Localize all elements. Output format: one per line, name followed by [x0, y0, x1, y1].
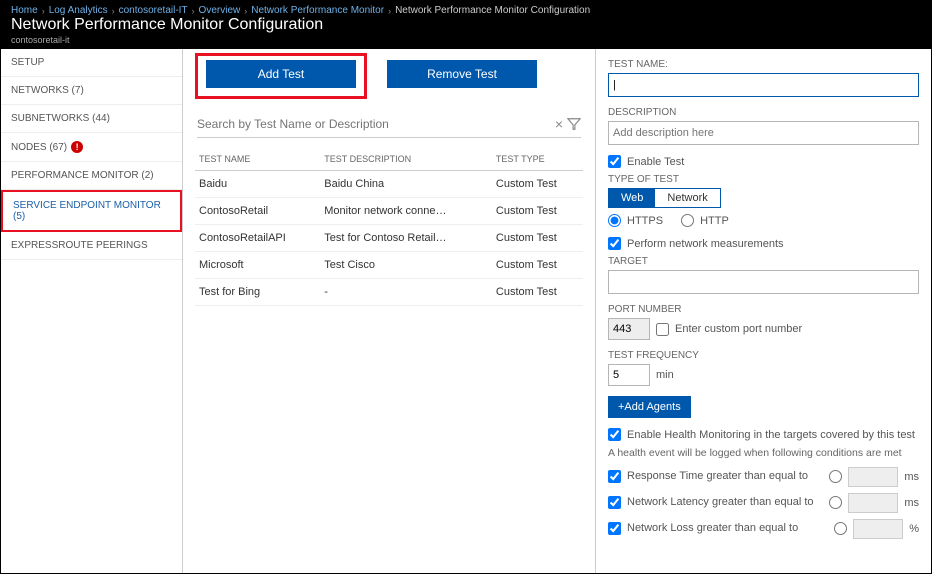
crumb-overview[interactable]: Overview: [199, 5, 241, 16]
frequency-input[interactable]: [608, 364, 650, 386]
crumb-current: Network Performance Monitor Configuratio…: [395, 5, 590, 16]
table-row[interactable]: ContosoRetailMonitor network conne…Custo…: [195, 198, 583, 225]
enable-test-label: Enable Test: [627, 156, 684, 168]
cell-type: Custom Test: [492, 171, 583, 198]
toggle-web[interactable]: Web: [609, 189, 655, 207]
sidebar-item-setup[interactable]: SETUP: [1, 49, 182, 77]
threshold-label: Response Time greater than equal to: [627, 470, 823, 483]
threshold-radio[interactable]: [829, 470, 842, 483]
test-name-label: TEST NAME:: [608, 59, 919, 70]
page-title: Network Performance Monitor Configuratio…: [11, 16, 323, 34]
custom-port-label: Enter custom port number: [675, 323, 802, 335]
table-row[interactable]: BaiduBaidu ChinaCustom Test: [195, 171, 583, 198]
crumb-home[interactable]: Home: [11, 5, 38, 16]
frequency-label: TEST FREQUENCY: [608, 350, 919, 361]
tests-table: TEST NAME TEST DESCRIPTION TEST TYPE Bai…: [195, 148, 583, 306]
cell-name: ContosoRetailAPI: [195, 225, 320, 252]
threshold-radio[interactable]: [829, 496, 842, 509]
threshold-label: Network Loss greater than equal to: [627, 522, 828, 535]
frequency-unit: min: [656, 369, 674, 381]
perform-measurements-label: Perform network measurements: [627, 238, 784, 250]
threshold-label: Network Latency greater than equal to: [627, 496, 823, 509]
sidebar-item-service-endpoint[interactable]: SERVICE ENDPOINT MONITOR (5): [1, 190, 182, 232]
https-radio[interactable]: [608, 214, 621, 227]
cell-desc: Test Cisco: [320, 252, 492, 279]
cell-type: Custom Test: [492, 252, 583, 279]
enable-health-label: Enable Health Monitoring in the targets …: [627, 429, 915, 441]
test-name-input[interactable]: [608, 73, 919, 97]
table-row[interactable]: Test for Bing-Custom Test: [195, 279, 583, 306]
col-test-name[interactable]: TEST NAME: [195, 148, 320, 171]
sidebar-item-networks[interactable]: NETWORKS (7): [1, 77, 182, 105]
threshold-unit: %: [909, 523, 919, 535]
health-note: A health event will be logged when follo…: [608, 447, 919, 461]
search-input[interactable]: [197, 111, 551, 137]
crumb-log-analytics[interactable]: Log Analytics: [49, 5, 108, 16]
custom-port-checkbox[interactable]: [656, 323, 669, 336]
add-agents-button[interactable]: +Add Agents: [608, 396, 691, 418]
enable-health-checkbox[interactable]: [608, 428, 621, 441]
sidebar-item-perf-monitor[interactable]: PERFORMANCE MONITOR (2): [1, 162, 182, 190]
test-type-toggle: Web Network: [608, 188, 721, 208]
threshold-radio[interactable]: [834, 522, 847, 535]
target-label: TARGET: [608, 256, 919, 267]
add-test-button[interactable]: Add Test: [206, 60, 356, 88]
col-test-type[interactable]: TEST TYPE: [492, 148, 583, 171]
target-input[interactable]: [608, 270, 919, 294]
threshold-input[interactable]: [853, 519, 903, 539]
cell-name: ContosoRetail: [195, 198, 320, 225]
table-row[interactable]: MicrosoftTest CiscoCustom Test: [195, 252, 583, 279]
threshold-row: Network Loss greater than equal to%: [608, 519, 919, 539]
threshold-checkbox[interactable]: [608, 496, 621, 509]
cell-name: Test for Bing: [195, 279, 320, 306]
add-test-highlight: Add Test: [195, 53, 367, 99]
sidebar: SETUP NETWORKS (7) SUBNETWORKS (44) NODE…: [1, 49, 183, 573]
description-input[interactable]: [608, 121, 919, 145]
remove-test-button[interactable]: Remove Test: [387, 60, 537, 88]
threshold-input[interactable]: [848, 493, 898, 513]
page-subtitle: contosoretail-it: [11, 35, 921, 45]
table-row[interactable]: ContosoRetailAPITest for Contoso Retail……: [195, 225, 583, 252]
threshold-unit: ms: [904, 497, 919, 509]
threshold-checkbox[interactable]: [608, 470, 621, 483]
center-panel: Add Test Remove Test × TEST NAME TEST DE…: [183, 49, 596, 573]
cell-type: Custom Test: [492, 198, 583, 225]
sidebar-item-subnetworks[interactable]: SUBNETWORKS (44): [1, 105, 182, 133]
threshold-unit: ms: [904, 471, 919, 483]
toggle-network[interactable]: Network: [655, 189, 719, 207]
alert-icon: !: [71, 141, 83, 153]
crumb-workspace[interactable]: contosoretail-IT: [119, 5, 188, 16]
cell-desc: -: [320, 279, 492, 306]
threshold-row: Network Latency greater than equal to ms: [608, 493, 919, 513]
cell-desc: Baidu China: [320, 171, 492, 198]
description-label: DESCRIPTION: [608, 107, 919, 118]
breadcrumb: Home› Log Analytics› contosoretail-IT› O…: [11, 5, 921, 16]
cell-desc: Test for Contoso Retail…: [320, 225, 492, 252]
cell-desc: Monitor network conne…: [320, 198, 492, 225]
port-input[interactable]: [608, 318, 650, 340]
threshold-checkbox[interactable]: [608, 522, 621, 535]
threshold-input[interactable]: [848, 467, 898, 487]
cell-type: Custom Test: [492, 279, 583, 306]
filter-icon[interactable]: [567, 117, 581, 131]
port-label: PORT NUMBER: [608, 304, 919, 315]
sidebar-item-nodes[interactable]: NODES (67)!: [1, 133, 182, 162]
perform-measurements-checkbox[interactable]: [608, 237, 621, 250]
type-of-test-label: TYPE OF TEST: [608, 174, 919, 185]
right-panel: TEST NAME: DESCRIPTION Enable Test TYPE …: [596, 49, 931, 573]
col-test-desc[interactable]: TEST DESCRIPTION: [320, 148, 492, 171]
cell-name: Microsoft: [195, 252, 320, 279]
enable-test-checkbox[interactable]: [608, 155, 621, 168]
cell-type: Custom Test: [492, 225, 583, 252]
sidebar-item-expressroute[interactable]: EXPRESSROUTE PEERINGS: [1, 232, 182, 260]
cell-name: Baidu: [195, 171, 320, 198]
http-radio[interactable]: [681, 214, 694, 227]
threshold-row: Response Time greater than equal to ms: [608, 467, 919, 487]
crumb-npm[interactable]: Network Performance Monitor: [251, 5, 384, 16]
clear-search-icon[interactable]: ×: [551, 116, 567, 132]
